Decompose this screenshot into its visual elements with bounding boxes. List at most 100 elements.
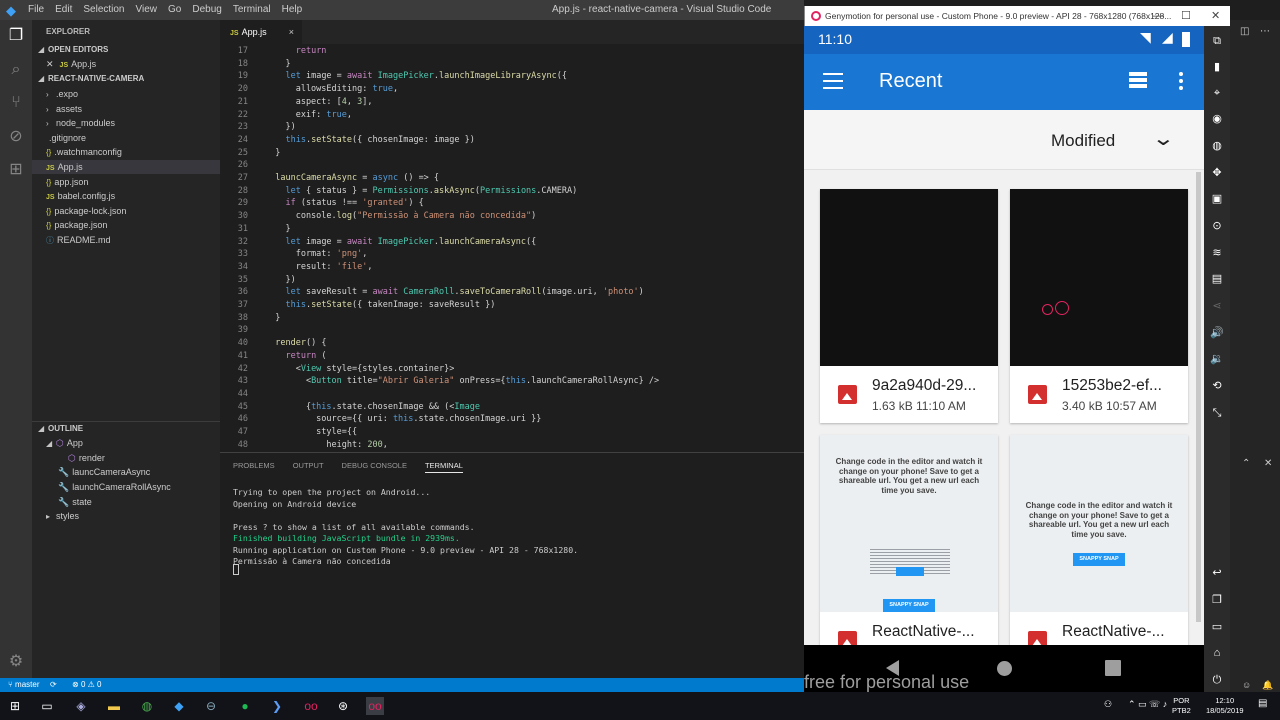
notification-center-icon[interactable]: ▤ (1258, 698, 1267, 709)
code-line[interactable]: let image = await ImagePicker.launchCame… (265, 237, 536, 247)
menu-item[interactable]: Terminal (233, 4, 271, 15)
close-button[interactable]: ✕ (1211, 6, 1220, 26)
file-card[interactable]: 9a2a940d-29... 1.63 kB 11:10 AM (820, 189, 998, 423)
menu-icon[interactable] (823, 73, 843, 89)
split-editor-icon[interactable]: ◫ (1240, 26, 1249, 37)
code-line[interactable]: let { status } = Permissions.askAsync(Pe… (265, 186, 577, 196)
file-tree-item[interactable]: .gitignore (32, 131, 220, 145)
file-tree-item[interactable]: › node_modules (32, 116, 220, 130)
list-view-icon[interactable] (1129, 72, 1147, 88)
more-actions-icon[interactable]: ⋯ (1260, 26, 1270, 37)
share-icon[interactable]: ⋖ (1210, 299, 1224, 313)
tray-icons[interactable]: ⌃ ▭ ☏ ♪ (1128, 699, 1167, 710)
windows-start-icon[interactable]: ⊞ (6, 697, 24, 715)
back-button-icon[interactable]: ↩ (1210, 566, 1224, 580)
code-line[interactable]: } (265, 59, 290, 69)
file-tree-item[interactable]: {} package-lock.json (32, 204, 220, 218)
code-line[interactable]: aspect: [4, 3], (265, 97, 373, 107)
chevron-down-icon[interactable]: ⌄ (1152, 126, 1175, 151)
file-tree-item[interactable]: ⓘ README.md (32, 233, 220, 247)
move-icon[interactable]: ✥ (1210, 166, 1224, 180)
open-editor-item[interactable]: ✕ JS App.js (32, 57, 220, 71)
code-line[interactable]: launcCameraAsync = async () => { (265, 173, 439, 183)
code-line[interactable]: allowsEditing: true, (265, 84, 398, 94)
feedback-icon[interactable]: ☺ (1242, 680, 1251, 690)
disk-icon[interactable]: ⊙ (1210, 219, 1224, 233)
file-card[interactable]: Change code in the editor and watch it c… (1010, 435, 1188, 645)
panel-tab[interactable]: OUTPUT (293, 461, 324, 473)
file-tree-item[interactable]: {} app.json (32, 175, 220, 189)
code-line[interactable]: console.log("Permissão à Camera não conc… (265, 211, 537, 221)
menu-item[interactable]: Debug (192, 4, 221, 15)
code-line[interactable]: format: 'png', (265, 249, 368, 259)
powershell-icon[interactable]: ❯ (268, 697, 286, 715)
tab-app-js[interactable]: JS App.js × (220, 20, 302, 44)
code-line[interactable]: let image = await ImagePicker.launchImag… (265, 71, 567, 81)
file-tree-item[interactable]: › assets (32, 102, 220, 116)
recent-apps-icon[interactable]: ❐ (1210, 593, 1224, 607)
close-tab-icon[interactable]: × (289, 20, 294, 44)
id-icon[interactable]: ▣ (1210, 192, 1224, 206)
menu-item[interactable]: Go (168, 4, 181, 15)
code-line[interactable]: source={{ uri: this.state.chosenImage.ur… (265, 414, 541, 424)
recents-icon[interactable] (1105, 660, 1121, 676)
outline-section[interactable]: ◢ OUTLINE (32, 421, 220, 435)
menu-item[interactable]: File (28, 4, 44, 15)
network-icon[interactable]: ≋ (1210, 246, 1224, 260)
menu-item[interactable]: Selection (83, 4, 124, 15)
problems-indicator[interactable]: ⊗ 0 ⚠ 0 (72, 678, 101, 692)
menu-item[interactable]: Help (282, 4, 303, 15)
code-line[interactable]: } (265, 148, 280, 158)
volume-down-icon[interactable]: 🔉 (1210, 352, 1224, 366)
code-line[interactable]: this.setState({ chosenImage: image }) (265, 135, 474, 145)
file-tree-item[interactable]: JS babel.config.js (32, 189, 220, 203)
panel-tab[interactable]: TERMINAL (424, 461, 463, 473)
open-editors-section[interactable]: ◢ OPEN EDITORS (32, 43, 220, 57)
code-line[interactable]: }) (265, 275, 295, 285)
files-icon[interactable]: ❐ (6, 26, 26, 46)
code-line[interactable]: }) (265, 122, 295, 132)
people-icon[interactable]: ⚇ (1104, 699, 1112, 710)
camera-icon[interactable]: ◉ (1210, 112, 1224, 126)
file-card[interactable]: Change code in the editor and watch it c… (820, 435, 998, 645)
code-line[interactable]: render() { (265, 338, 326, 348)
sync-icon[interactable]: ⟳ (50, 678, 57, 692)
file-card[interactable]: 15253be2-ef... 3.40 kB 10:57 AM (1010, 189, 1188, 423)
code-line[interactable]: <Button title="Abrir Galeria" onPress={t… (265, 376, 659, 386)
search-icon[interactable]: ⌕ (6, 60, 26, 80)
power-icon[interactable]: ⏻ (1210, 673, 1224, 687)
sort-dropdown[interactable]: Modified (1051, 131, 1115, 151)
cast-icon[interactable]: ⧉ (1210, 34, 1224, 48)
clock[interactable]: 12:10 18/05/2019 (1206, 696, 1244, 716)
close-panel-icon[interactable]: ✕ (1264, 458, 1272, 469)
record-icon[interactable]: ◍ (1210, 139, 1224, 153)
code-line[interactable]: this.setState({ takenImage: saveResult }… (265, 300, 495, 310)
file-tree-item[interactable]: JS App.js (32, 160, 220, 174)
scale-icon[interactable]: ⤡ (1210, 406, 1224, 420)
code-line[interactable]: {this.state.chosenImage && (<Image (265, 402, 480, 412)
scrollbar[interactable] (1196, 172, 1201, 622)
gps-icon[interactable]: ⌖ (1210, 86, 1224, 100)
code-line[interactable]: result: 'file', (265, 262, 373, 272)
branch-indicator[interactable]: ⑂ master (8, 678, 39, 692)
app-icon[interactable]: ⊛ (334, 697, 352, 715)
outline-item-launchcamerarollasync[interactable]: 🔧 launchCameraRollAsync (32, 480, 220, 494)
outline-item-render[interactable]: ⬡ render (32, 451, 220, 465)
app-icon[interactable]: ◈ (72, 697, 90, 715)
code-line[interactable]: height: 200, (265, 440, 387, 450)
maximize-panel-icon[interactable]: ⌃ (1242, 458, 1250, 469)
code-line[interactable]: style={{ (265, 427, 357, 437)
notifications-icon[interactable]: 🔔 (1262, 680, 1273, 691)
source-control-icon[interactable]: ⑂ (6, 93, 26, 113)
code-line[interactable]: if (status !== 'granted') { (265, 198, 423, 208)
code-editor[interactable]: 17 return 18 } 19 let image = await ImageP… (220, 44, 804, 452)
menu-button-icon[interactable]: ▭ (1210, 620, 1224, 634)
volume-up-icon[interactable]: 🔊 (1210, 326, 1224, 340)
code-line[interactable]: return (265, 46, 327, 56)
project-section[interactable]: ◢ REACT-NATIVE-CAMERA (32, 72, 220, 86)
vscode-icon[interactable]: ◆ (170, 697, 188, 715)
code-line[interactable]: return ( (265, 351, 326, 361)
code-line[interactable]: } (265, 224, 290, 234)
battery-widget-icon[interactable]: ▮ (1210, 60, 1224, 74)
genymotion-icon[interactable]: oo (302, 697, 320, 715)
